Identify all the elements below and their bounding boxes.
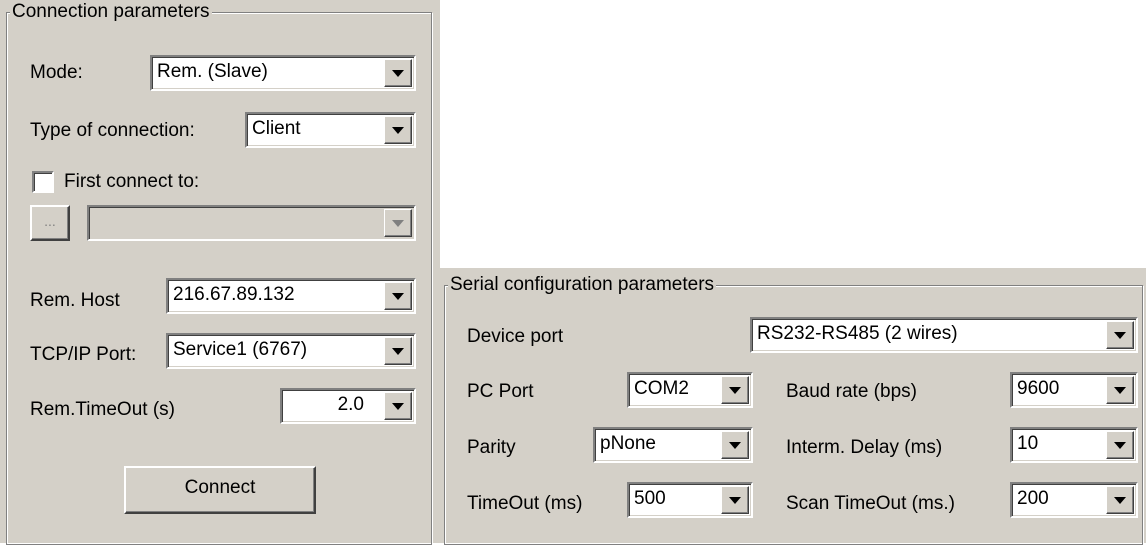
rem-host-label: Rem. Host <box>30 290 120 311</box>
timeout-select[interactable]: 500 <box>627 482 753 518</box>
chevron-down-icon[interactable] <box>384 337 412 365</box>
tcp-port-value: Service1 (6767) <box>173 339 308 360</box>
chevron-down-icon[interactable] <box>384 116 412 144</box>
parity-label: Parity <box>467 437 516 458</box>
device-port-value: RS232-RS485 (2 wires) <box>757 323 958 344</box>
chevron-down-icon[interactable] <box>721 431 749 459</box>
browse-button[interactable]: ... <box>30 205 70 241</box>
connection-group-title: Connection parameters <box>10 0 212 24</box>
parity-select[interactable]: pNone <box>593 427 753 463</box>
tcp-port-label: TCP/IP Port: <box>30 344 137 365</box>
interm-delay-label: Interm. Delay (ms) <box>786 437 943 458</box>
pc-port-select[interactable]: COM2 <box>627 372 753 408</box>
connection-panel: Connection parameters Mode: Rem. (Slave)… <box>0 0 440 545</box>
connection-type-label: Type of connection: <box>30 120 195 141</box>
chevron-down-icon[interactable] <box>1106 431 1134 459</box>
first-connect-checkbox[interactable] <box>32 171 54 193</box>
mode-select[interactable]: Rem. (Slave) <box>150 55 416 91</box>
chevron-down-icon[interactable] <box>721 486 749 514</box>
connection-type-value: Client <box>252 118 301 139</box>
pc-port-value: COM2 <box>634 378 689 399</box>
chevron-down-icon[interactable] <box>384 59 412 87</box>
rem-timeout-label: Rem.TimeOut (s) <box>30 399 175 420</box>
baud-rate-select[interactable]: 9600 <box>1010 372 1138 408</box>
rem-timeout-select[interactable]: 2.0 <box>280 388 416 424</box>
scan-timeout-value: 200 <box>1017 488 1049 509</box>
rem-host-select[interactable]: 216.67.89.132 <box>166 278 416 314</box>
connect-button-label: Connect <box>184 477 256 498</box>
timeout-value: 500 <box>634 488 666 509</box>
rem-host-value: 216.67.89.132 <box>173 284 295 305</box>
baud-rate-value: 9600 <box>1017 378 1060 399</box>
serial-group-title: Serial configuration parameters <box>448 273 717 297</box>
serial-panel: Serial configuration parameters Device p… <box>440 268 1146 545</box>
browse-button-label: ... <box>44 213 56 229</box>
chevron-down-icon[interactable] <box>1106 321 1134 349</box>
connect-button[interactable]: Connect <box>124 466 316 514</box>
first-connect-label: First connect to: <box>64 171 200 192</box>
mode-label: Mode: <box>30 62 83 83</box>
chevron-down-icon[interactable] <box>384 282 412 310</box>
chevron-down-icon[interactable] <box>384 209 412 237</box>
mode-value: Rem. (Slave) <box>157 61 268 82</box>
chevron-down-icon[interactable] <box>721 376 749 404</box>
tcp-port-select[interactable]: Service1 (6767) <box>166 333 416 369</box>
chevron-down-icon[interactable] <box>1106 486 1134 514</box>
device-port-label: Device port <box>467 326 564 347</box>
timeout-label: TimeOut (ms) <box>467 493 583 514</box>
chevron-down-icon[interactable] <box>384 392 412 420</box>
baud-rate-label: Baud rate (bps) <box>786 381 917 402</box>
rem-timeout-value: 2.0 <box>337 394 364 415</box>
pc-port-label: PC Port <box>467 381 534 402</box>
connection-type-select[interactable]: Client <box>245 112 416 148</box>
first-connect-select[interactable] <box>87 205 416 241</box>
interm-delay-select[interactable]: 10 <box>1010 427 1138 463</box>
first-connect-value <box>94 207 378 239</box>
device-port-select[interactable]: RS232-RS485 (2 wires) <box>750 317 1138 353</box>
chevron-down-icon[interactable] <box>1106 376 1134 404</box>
scan-timeout-select[interactable]: 200 <box>1010 482 1138 518</box>
scan-timeout-label: Scan TimeOut (ms.) <box>786 493 955 514</box>
parity-value: pNone <box>600 433 656 454</box>
interm-delay-value: 10 <box>1017 433 1039 454</box>
